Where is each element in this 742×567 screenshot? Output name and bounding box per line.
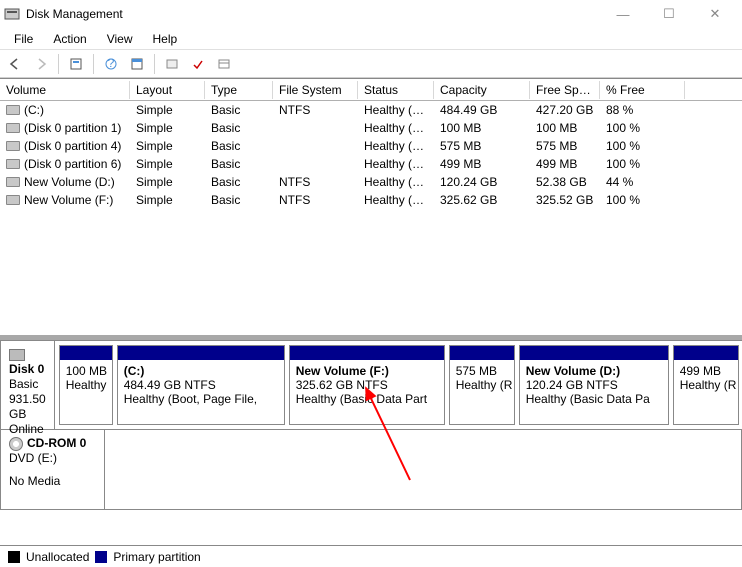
table-row[interactable]: New Volume (F:)SimpleBasicNTFSHealthy (B… [0,191,742,209]
menu-action[interactable]: Action [43,30,96,48]
col-status[interactable]: Status [358,81,434,99]
disk-info-0: Disk 0 Basic 931.50 GB Online [1,341,55,429]
swatch-unallocated [8,551,20,563]
window-title: Disk Management [26,7,600,21]
partition-box[interactable]: 499 MBHealthy (R [673,345,739,425]
volume-icon [6,123,20,133]
cdrom-row[interactable]: CD-ROM 0 DVD (E:) No Media [0,430,742,510]
maximize-button[interactable]: ☐ [646,0,692,28]
legend: Unallocated Primary partition [0,545,742,567]
toolbar-button-4[interactable] [213,53,235,75]
table-row[interactable]: New Volume (D:)SimpleBasicNTFSHealthy (B… [0,173,742,191]
disk-row-0[interactable]: Disk 0 Basic 931.50 GB Online 100 MBHeal… [0,340,742,430]
disk-name: Disk 0 [9,362,44,376]
col-volume[interactable]: Volume [0,81,130,99]
table-row[interactable]: (Disk 0 partition 6)SimpleBasicHealthy (… [0,155,742,173]
menu-help[interactable]: Help [143,30,188,48]
volume-icon [6,105,20,115]
cd-icon [9,437,23,451]
volume-icon [6,195,20,205]
col-pctfree[interactable]: % Free [600,81,685,99]
col-layout[interactable]: Layout [130,81,205,99]
toolbar-button-1[interactable] [65,53,87,75]
disk-size: 931.50 GB [9,392,46,422]
partition-box[interactable]: New Volume (D:)120.24 GB NTFSHealthy (Ba… [519,345,669,425]
col-filesystem[interactable]: File System [273,81,358,99]
partition-box[interactable]: 100 MBHealthy [59,345,113,425]
table-row[interactable]: (Disk 0 partition 4)SimpleBasicHealthy (… [0,137,742,155]
refresh-button[interactable] [126,53,148,75]
table-row[interactable]: (C:)SimpleBasicNTFSHealthy (B...484.49 G… [0,101,742,119]
help-button[interactable]: ? [100,53,122,75]
volume-list: Volume Layout Type File System Status Ca… [0,78,742,209]
graphical-view: Disk 0 Basic 931.50 GB Online 100 MBHeal… [0,335,742,510]
menubar: File Action View Help [0,28,742,50]
table-row[interactable]: (Disk 0 partition 1)SimpleBasicHealthy (… [0,119,742,137]
cdrom-strip [105,430,741,509]
volume-icon [6,177,20,187]
cdrom-drive: DVD (E:) [9,451,96,466]
titlebar: Disk Management — ☐ ✕ [0,0,742,28]
legend-unallocated: Unallocated [26,550,89,564]
menu-file[interactable]: File [4,30,43,48]
toolbar-button-2[interactable] [161,53,183,75]
swatch-primary [95,551,107,563]
minimize-button[interactable]: — [600,0,646,28]
column-header-row: Volume Layout Type File System Status Ca… [0,79,742,101]
partition-box[interactable]: New Volume (F:)325.62 GB NTFSHealthy (Ba… [289,345,445,425]
col-type[interactable]: Type [205,81,273,99]
col-capacity[interactable]: Capacity [434,81,530,99]
back-button[interactable] [4,53,26,75]
volume-icon [6,141,20,151]
app-icon [4,6,20,22]
disk-icon [9,349,25,361]
svg-text:?: ? [108,57,115,70]
menu-view[interactable]: View [97,30,143,48]
cdrom-status: No Media [9,474,96,489]
legend-primary: Primary partition [113,550,200,564]
cdrom-name: CD-ROM 0 [27,436,86,450]
toolbar-button-3[interactable] [187,53,209,75]
cdrom-info: CD-ROM 0 DVD (E:) No Media [1,430,105,509]
col-freespace[interactable]: Free Spa... [530,81,600,99]
partition-strip: 100 MBHealthy(C:)484.49 GB NTFSHealthy (… [55,341,742,429]
volume-icon [6,159,20,169]
partition-box[interactable]: (C:)484.49 GB NTFSHealthy (Boot, Page Fi… [117,345,285,425]
forward-button[interactable] [30,53,52,75]
disk-type: Basic [9,377,46,392]
close-button[interactable]: ✕ [692,0,738,28]
toolbar: ? [0,50,742,78]
partition-box[interactable]: 575 MBHealthy (R [449,345,515,425]
